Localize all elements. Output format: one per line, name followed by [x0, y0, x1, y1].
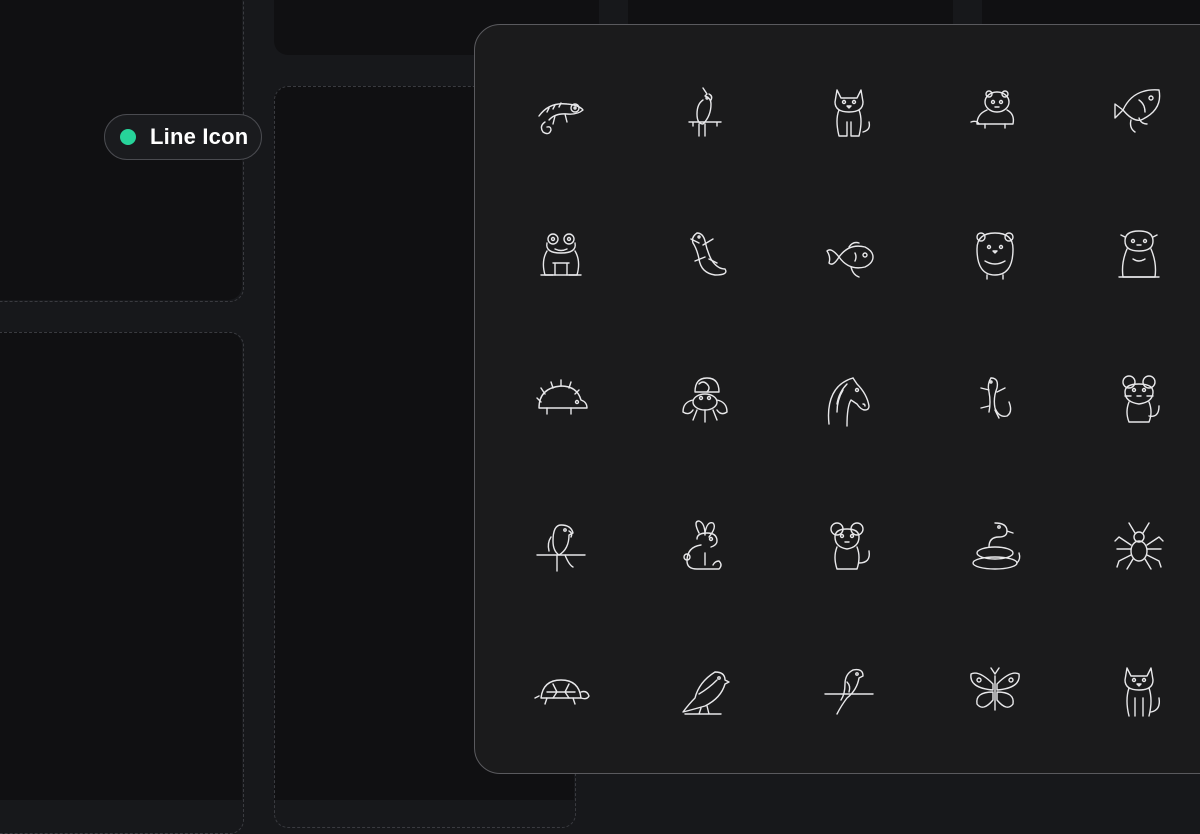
- fish-icon: [1109, 82, 1169, 142]
- horse-icon: [819, 372, 879, 432]
- canary-icon: [675, 662, 735, 722]
- lizard-icon: [675, 227, 735, 287]
- goldfish-icon: [819, 227, 879, 287]
- snake-icon: [965, 517, 1025, 577]
- hamster-icon: [965, 227, 1025, 287]
- turtle-icon: [531, 662, 591, 722]
- background-tile: [628, 0, 953, 24]
- ferret-icon: [965, 82, 1025, 142]
- status-dot: [120, 129, 136, 145]
- mouse-icon: [1109, 372, 1169, 432]
- frog-icon: [531, 227, 591, 287]
- chameleon-icon: [531, 82, 591, 142]
- badge-label: Line Icon: [150, 124, 249, 149]
- spider-icon: [1109, 517, 1169, 577]
- gecko-icon: [965, 372, 1025, 432]
- cat-icon: [819, 82, 879, 142]
- kitten-icon: [1109, 662, 1169, 722]
- guinea-pig-icon: [1109, 227, 1169, 287]
- rabbit-icon: [675, 517, 735, 577]
- hermit-crab-icon: [675, 372, 735, 432]
- cockatoo-icon: [675, 82, 735, 142]
- background-tile: [982, 0, 1200, 24]
- rat-icon: [819, 517, 879, 577]
- icon-grid-panel: [474, 24, 1200, 774]
- parrot-icon: [531, 517, 591, 577]
- line-icon-badge: Line Icon: [104, 114, 262, 160]
- hedgehog-icon: [531, 372, 591, 432]
- background-dashed-guide: [0, 332, 244, 834]
- butterfly-icon: [965, 662, 1025, 722]
- budgie-icon: [819, 662, 879, 722]
